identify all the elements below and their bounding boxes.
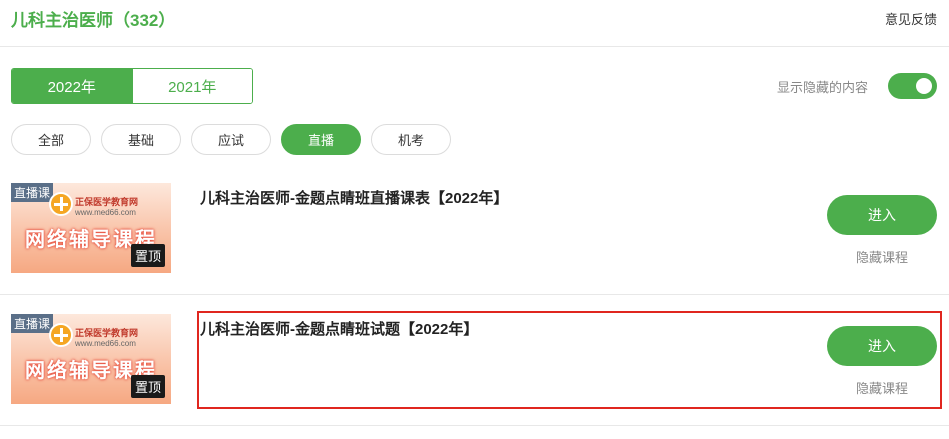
enter-button[interactable]: 进入	[827, 195, 937, 235]
pinned-badge: 置顶	[130, 244, 165, 267]
filter-computer-exam[interactable]: 机考	[371, 124, 451, 155]
thumb-url: www.med66.com	[75, 208, 136, 217]
selection-highlight	[197, 311, 942, 409]
course-thumbnail[interactable]: 直播课 正保医学教育网 www.med66.com 网络辅导课程 置顶	[11, 183, 171, 273]
category-filters: 全部 基础 应试 直播 机考	[11, 124, 461, 155]
show-hidden-toggle[interactable]	[888, 73, 937, 99]
course-title[interactable]: 儿科主治医师-金题点睛班直播课表【2022年】	[200, 188, 510, 209]
brand-logo-icon	[49, 323, 73, 347]
filter-live[interactable]: 直播	[281, 124, 361, 155]
filter-exam-prep[interactable]: 应试	[191, 124, 271, 155]
filter-all[interactable]: 全部	[11, 124, 91, 155]
pinned-badge: 置顶	[130, 375, 165, 398]
course-item: 直播课 正保医学教育网 www.med66.com 网络辅导课程 置顶 儿科主治…	[0, 183, 949, 295]
thumb-url: www.med66.com	[75, 339, 136, 348]
show-hidden-label: 显示隐藏的内容	[777, 80, 869, 95]
brand-logo-icon	[49, 192, 73, 216]
page-title: 儿科主治医师（332）	[11, 11, 176, 30]
live-course-tag: 直播课	[11, 183, 54, 202]
tab-2021[interactable]: 2021年	[131, 69, 252, 103]
filter-basic[interactable]: 基础	[101, 124, 181, 155]
feedback-link[interactable]: 意见反馈	[885, 9, 937, 28]
toggle-knob	[916, 78, 932, 94]
page-header: 儿科主治医师（332） 意见反馈	[0, 0, 949, 47]
thumb-brand-name: 正保医学教育网	[75, 328, 139, 338]
year-tabs: 2022年 2021年	[11, 68, 253, 104]
course-thumbnail[interactable]: 直播课 正保医学教育网 www.med66.com 网络辅导课程 置顶	[11, 314, 171, 404]
tab-2022[interactable]: 2022年	[12, 69, 132, 103]
thumb-brand-name: 正保医学教育网	[75, 197, 139, 207]
live-course-tag: 直播课	[11, 314, 54, 333]
hide-course-link[interactable]: 隐藏课程	[827, 247, 937, 266]
